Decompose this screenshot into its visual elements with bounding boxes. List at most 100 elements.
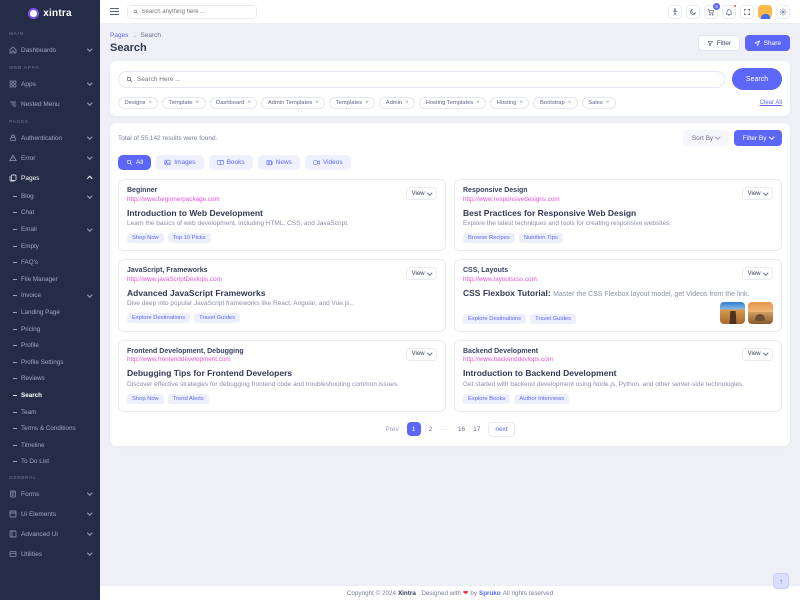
filter-chip[interactable]: Bootstrap: [533, 97, 577, 109]
scroll-to-top-button[interactable]: ↑: [773, 573, 789, 589]
sidebar-subitem[interactable]: To Do List: [0, 454, 100, 471]
sidebar-subitem[interactable]: Profile: [0, 337, 100, 354]
result-title[interactable]: Introduction to Backend Development: [463, 368, 773, 378]
dark-mode-button[interactable]: [686, 5, 700, 19]
sidebar-item-authentication[interactable]: Authentication: [0, 128, 100, 148]
filter-by-button[interactable]: Filter By: [734, 130, 782, 146]
tab-all[interactable]: All: [118, 155, 151, 170]
sidebar-item-utilities[interactable]: Utilities: [0, 544, 100, 564]
sidebar-subitem[interactable]: Email: [0, 221, 100, 238]
result-url[interactable]: http://www.beginnerpackage.com: [127, 196, 437, 203]
view-button[interactable]: View: [742, 348, 773, 361]
sidebar-item-ui-elements[interactable]: Ui Elements: [0, 504, 100, 524]
result-tag[interactable]: Shop Now: [127, 233, 164, 243]
result-tag[interactable]: Travel Guides: [194, 313, 240, 323]
topbar-search-input[interactable]: [142, 9, 251, 15]
result-url[interactable]: http://www.backenddevlops.com: [463, 356, 773, 363]
clear-all-link[interactable]: Clear All: [760, 100, 782, 106]
sidebar-subitem[interactable]: FAQ's: [0, 254, 100, 271]
result-title[interactable]: CSS Flexbox Tutorial: Master the CSS Fle…: [463, 288, 773, 298]
remove-icon[interactable]: [148, 100, 152, 106]
cart-button[interactable]: 5: [704, 5, 718, 19]
sidebar-subitem[interactable]: File Manager: [0, 271, 100, 288]
sidebar-item-pages[interactable]: Pages: [0, 168, 100, 188]
pagination-prev[interactable]: Prev: [385, 426, 398, 433]
sidebar-subitem[interactable]: Timeline: [0, 437, 100, 454]
filter-chip[interactable]: Templates: [329, 97, 375, 109]
result-tag[interactable]: Browse Recipes: [463, 233, 515, 243]
view-button[interactable]: View: [742, 187, 773, 200]
result-tag[interactable]: Explore Books: [463, 394, 510, 404]
result-url[interactable]: http://www.responsivedesigns.com: [463, 196, 773, 203]
tab-books[interactable]: Books: [209, 155, 253, 170]
view-button[interactable]: View: [406, 267, 437, 280]
result-url[interactable]: http://www.layoutscss.com: [463, 276, 773, 283]
filter-chip[interactable]: Sales: [582, 97, 616, 109]
remove-icon[interactable]: [196, 100, 200, 106]
tab-news[interactable]: News: [258, 155, 300, 170]
result-title[interactable]: Debugging Tips for Frontend Developers: [127, 368, 437, 378]
tab-images[interactable]: Images: [156, 155, 203, 170]
result-tag[interactable]: Explore Destinations: [463, 314, 526, 324]
sort-by-button[interactable]: Sort By: [683, 130, 729, 146]
video-thumbnail[interactable]: [748, 302, 773, 324]
result-tag[interactable]: Nutrition Tips: [519, 233, 563, 243]
sidebar-subitem[interactable]: Team: [0, 404, 100, 421]
sidebar-subitem[interactable]: Terms & Conditions: [0, 420, 100, 437]
sidebar-item-dashboards[interactable]: Dashboards: [0, 40, 100, 60]
notifications-button[interactable]: [722, 5, 736, 19]
filter-chip[interactable]: Hosting Templates: [419, 97, 486, 109]
result-tag[interactable]: Author Interviews: [514, 394, 569, 404]
remove-icon[interactable]: [365, 100, 369, 106]
result-title[interactable]: Advanced JavaScript Frameworks: [127, 288, 437, 298]
filter-chip[interactable]: Dashboard: [210, 97, 258, 109]
sidebar-subitem[interactable]: Landing Page: [0, 304, 100, 321]
breadcrumb-parent[interactable]: Pages: [110, 32, 128, 39]
remove-icon[interactable]: [315, 100, 319, 106]
share-button[interactable]: Share: [745, 35, 790, 51]
video-thumbnail[interactable]: [720, 302, 745, 324]
fullscreen-button[interactable]: [740, 5, 754, 19]
view-button[interactable]: View: [406, 187, 437, 200]
result-tag[interactable]: Trend Alerts: [168, 394, 209, 404]
sidebar-item-forms[interactable]: Forms: [0, 484, 100, 504]
sidebar-subitem[interactable]: Search: [0, 387, 100, 404]
sidebar-subitem[interactable]: Profile Settings: [0, 354, 100, 371]
pagination-page-17[interactable]: 17: [473, 426, 480, 433]
result-tag[interactable]: Travel Guides: [530, 314, 576, 324]
sidebar-subitem[interactable]: Reviews: [0, 371, 100, 388]
view-button[interactable]: View: [406, 348, 437, 361]
filter-chip[interactable]: Designs: [118, 97, 158, 109]
user-avatar[interactable]: [758, 5, 772, 19]
hamburger-menu-icon[interactable]: [110, 8, 119, 16]
result-url[interactable]: http://www.javaScriptDevlops.com: [127, 276, 437, 283]
brand-logo[interactable]: xintra: [0, 0, 100, 26]
filter-chip[interactable]: Template: [162, 97, 205, 109]
sidebar-subitem[interactable]: Blog: [0, 188, 100, 205]
sidebar-subitem[interactable]: Pricing: [0, 321, 100, 338]
remove-icon[interactable]: [476, 100, 480, 106]
pagination-page-16[interactable]: 16: [458, 426, 465, 433]
remove-icon[interactable]: [568, 100, 572, 106]
sidebar-item-error[interactable]: Error: [0, 148, 100, 168]
pagination-page-2[interactable]: 2: [429, 426, 433, 433]
language-button[interactable]: [668, 5, 682, 19]
pagination-page-1[interactable]: 1: [407, 422, 421, 436]
pagination-next[interactable]: next: [488, 422, 514, 437]
remove-icon[interactable]: [606, 100, 610, 106]
filter-chip[interactable]: Admin: [379, 97, 415, 109]
result-tag[interactable]: Shop Now: [127, 394, 164, 404]
footer-credit-link[interactable]: Spruko: [479, 590, 501, 597]
remove-icon[interactable]: [247, 100, 251, 106]
filter-chip[interactable]: Hosting: [490, 97, 529, 109]
result-title[interactable]: Best Practices for Responsive Web Design: [463, 208, 773, 218]
search-submit-button[interactable]: Search: [732, 68, 782, 90]
sidebar-item-nested-menu[interactable]: Nested Menu: [0, 94, 100, 114]
result-tag[interactable]: Top 10 Picks: [168, 233, 211, 243]
tab-videos[interactable]: Videos: [305, 155, 351, 170]
result-url[interactable]: http://www.frontenddevelopment.com: [127, 356, 437, 363]
remove-icon[interactable]: [519, 100, 523, 106]
settings-button[interactable]: [776, 5, 790, 19]
result-title[interactable]: Introduction to Web Development: [127, 208, 437, 218]
remove-icon[interactable]: [405, 100, 409, 106]
